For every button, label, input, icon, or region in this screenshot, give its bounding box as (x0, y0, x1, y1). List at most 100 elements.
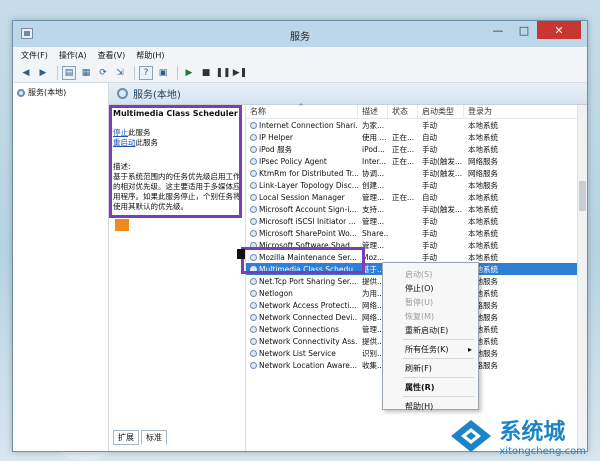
service-startup-cell-text: 自动 (422, 192, 437, 202)
gear-icon (250, 325, 257, 333)
service-startup-cell-text: 手动 (422, 252, 437, 262)
service-name-cell-text: IPsec Policy Agent (259, 156, 327, 166)
gear-icon (250, 121, 257, 129)
table-row[interactable]: Link-Layer Topology Disc... 创建... 手动 本地服务 (246, 179, 587, 191)
service-name-cell-text: Microsoft Account Sign-i... (259, 204, 357, 214)
menu-item-label: 帮助(H) (405, 401, 434, 411)
scrollbar-thumb[interactable] (579, 181, 586, 211)
menu-item-stop[interactable]: 停止(O) (383, 281, 478, 295)
column-header-logon-as[interactable]: 登录为 (464, 105, 587, 118)
menu-separator (403, 377, 474, 378)
tree-item-label: 服务(本地) (28, 88, 67, 97)
table-row[interactable]: Microsoft SharePoint Wo... Share... 手动 本地系统 (246, 227, 587, 239)
vertical-scrollbar[interactable] (577, 105, 587, 451)
menu-help[interactable]: 帮助(H) (136, 50, 164, 61)
service-name-cell-text: Network Connections (259, 324, 340, 334)
service-description-cell-text: 收集... (362, 360, 385, 370)
properties-icon[interactable]: ▣ (156, 66, 170, 80)
watermark-text: 系统城 (499, 420, 566, 445)
tab-standard[interactable]: 标准 (141, 430, 167, 445)
menu-item-properties[interactable]: 属性(R) (383, 380, 478, 394)
service-logon-cell: 本地系统 (464, 216, 587, 227)
menu-item-start[interactable]: 启动(S) (383, 267, 478, 281)
service-logon-cell: 网络服务 (464, 156, 587, 167)
menu-view[interactable]: 查看(V) (98, 50, 126, 61)
table-row[interactable]: Internet Connection Shari... 为家... 手动 本地系统 (246, 119, 587, 131)
console-tree-icon[interactable]: ▤ (62, 65, 76, 80)
service-startup-cell-text: 手动(触发... (422, 204, 463, 214)
console-tree: 服务(本地) (13, 83, 109, 451)
menu-item-restart[interactable]: 重新启动(E) (383, 323, 478, 337)
title-bar[interactable]: 服务 — □ ✕ (13, 21, 587, 47)
service-startup-cell-text: 手动 (422, 240, 437, 250)
list-view-icon[interactable]: ▦ (79, 66, 93, 80)
orange-arrow-icon (115, 219, 129, 231)
service-description-cell-text: 创建... (362, 180, 385, 190)
minimize-button[interactable]: — (485, 21, 511, 39)
menu-bar: 文件(F) 操作(A) 查看(V) 帮助(H) (13, 47, 587, 63)
restart-service-icon[interactable]: ▶❚ (233, 66, 247, 80)
service-name-cell-text: Microsoft SharePoint Wo... (259, 228, 357, 238)
service-logon-cell: 本地系统 (464, 228, 587, 239)
submenu-arrow-icon: ▸ (467, 344, 472, 354)
service-startup-cell: 手动 (418, 180, 464, 191)
gear-icon (250, 193, 257, 201)
column-headers: ^ 名称 描述 状态 启动类型 登录为 (246, 103, 587, 119)
gear-icon (250, 181, 257, 189)
service-name-cell: Network Connections (246, 325, 358, 334)
service-name-cell: Network Connected Devi... (246, 313, 358, 322)
table-row[interactable]: Microsoft Account Sign-i... 支持... 手动(触发...… (246, 203, 587, 215)
service-description-cell-text: 识别... (362, 348, 385, 358)
tab-extended[interactable]: 扩展 (113, 430, 139, 445)
close-button[interactable]: ✕ (537, 21, 581, 39)
menu-item-resume[interactable]: 恢复(M) (383, 309, 478, 323)
service-status-cell-text: 正在... (392, 132, 415, 142)
tree-item-services-local[interactable]: 服务(本地) (17, 87, 104, 98)
gear-icon (250, 217, 257, 225)
table-row[interactable]: iPod 服务 iPod... 正在... 手动 本地系统 (246, 143, 587, 155)
start-service-icon[interactable]: ▶ (182, 66, 196, 80)
column-header-status[interactable]: 状态 (388, 105, 418, 118)
column-header-description[interactable]: 描述 (358, 105, 388, 118)
service-startup-cell: 手动 (418, 120, 464, 131)
service-description-cell: iPod... (358, 145, 388, 154)
menu-item-refresh[interactable]: 刷新(F) (383, 361, 478, 375)
stop-service-icon[interactable]: ■ (199, 66, 213, 80)
menu-action[interactable]: 操作(A) (59, 50, 87, 61)
maximize-button[interactable]: □ (511, 21, 537, 39)
table-row[interactable]: Microsoft iSCSI Initiator ... 管理... 手动 本地系统 (246, 215, 587, 227)
export-list-icon[interactable]: ⇲ (113, 66, 127, 80)
sort-arrow-icon: ^ (298, 103, 304, 111)
service-startup-cell-text: 手动(触发... (422, 168, 463, 178)
service-name-cell: Microsoft SharePoint Wo... (246, 229, 358, 238)
service-startup-cell: 手动(触发... (418, 204, 464, 215)
service-name-cell-text: Netlogon (259, 288, 293, 298)
column-header-startup-type[interactable]: 启动类型 (418, 105, 464, 118)
pause-service-icon[interactable]: ❚❚ (215, 66, 230, 80)
service-name-cell: iPod 服务 (246, 144, 358, 155)
service-description-cell-text: 管理... (362, 192, 385, 202)
table-row[interactable]: IP Helper 使用 ... 正在... 自动 本地系统 (246, 131, 587, 143)
table-row[interactable]: Local Session Manager 管理... 正在... 自动 本地系统 (246, 191, 587, 203)
service-logon-cell: 网络服务 (464, 300, 587, 311)
watermark: 系统城 xitongcheng.com (449, 414, 586, 457)
service-description-cell: 管理... (358, 216, 388, 227)
back-arrow-icon[interactable]: ◀ (19, 66, 33, 80)
menu-file[interactable]: 文件(F) (21, 50, 48, 61)
service-description-cell-text: Share... (362, 228, 388, 238)
menu-item-all-tasks[interactable]: 所有任务(K) ▸ (383, 342, 478, 356)
service-startup-cell-text: 手动 (422, 216, 437, 226)
service-startup-cell-text: 手动 (422, 144, 437, 154)
help-icon[interactable]: ? (139, 65, 153, 80)
menu-item-help[interactable]: 帮助(H) (383, 399, 478, 413)
table-row[interactable]: IPsec Policy Agent Inter... 正在... 手动(触发... 网… (246, 155, 587, 167)
service-description-cell-text: 网络... (362, 300, 385, 310)
menu-item-pause[interactable]: 暂停(U) (383, 295, 478, 309)
table-row[interactable]: KtmRm for Distributed Tr... 协调... 手动(触发...… (246, 167, 587, 179)
service-name-cell: Local Session Manager (246, 193, 358, 202)
forward-arrow-icon[interactable]: ▶ (36, 66, 50, 80)
refresh-icon[interactable]: ⟳ (96, 66, 110, 80)
service-description-cell-text: 基于... (362, 264, 385, 274)
menu-item-label: 停止(O) (405, 283, 434, 293)
service-logon-cell: 本地服务 (464, 180, 587, 191)
